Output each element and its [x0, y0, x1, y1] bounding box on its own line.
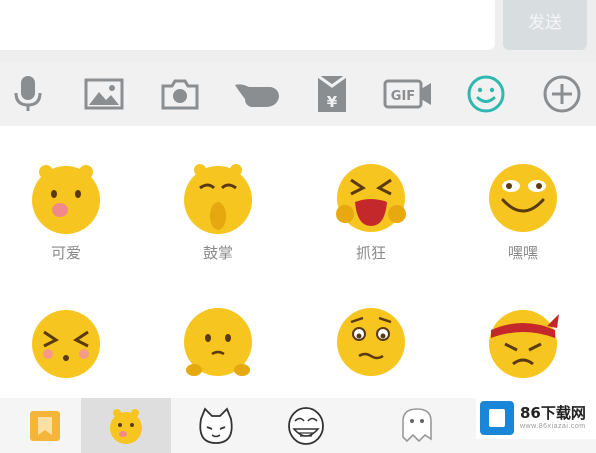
emoji-label: 可爱	[50, 244, 81, 262]
emoji-button[interactable]	[458, 62, 514, 126]
squint-emoji-icon	[32, 310, 100, 378]
gif-button[interactable]: GIF	[380, 62, 436, 126]
site-logo-icon	[480, 401, 514, 435]
watermark-text: 86下载网 www.86xiazai.com	[520, 404, 586, 432]
poke-hand-icon	[235, 84, 279, 107]
troll-face-icon	[288, 406, 324, 445]
more-button[interactable]	[534, 62, 590, 126]
cat-sticker-icon	[199, 406, 233, 444]
site-watermark: 86下载网 www.86xiazai.com	[476, 397, 596, 439]
sad-emoji-icon	[184, 308, 252, 376]
smiley-icon	[467, 75, 505, 113]
chat-input-screen: 发送 ¥ GIF 可爱 鼓掌 抓狂 嘿嘿 86下载网 www.86xiazai.…	[0, 0, 596, 453]
cute-emoji-icon	[32, 165, 100, 234]
angry-headband-emoji-icon	[489, 310, 559, 378]
emoji-label: 抓狂	[355, 244, 386, 262]
emoji-label: 鼓掌	[202, 244, 233, 262]
favorites-icon	[30, 410, 60, 441]
worried-emoji-icon	[337, 308, 405, 376]
plus-icon	[543, 75, 581, 113]
microphone-icon	[14, 76, 42, 111]
input-toolbar: ¥ GIF	[0, 62, 596, 126]
applause-emoji-icon	[184, 164, 252, 234]
tab-ghost[interactable]	[372, 398, 462, 453]
emoji-crazy[interactable]: 抓狂	[316, 160, 426, 263]
hehe-emoji-icon	[489, 164, 557, 232]
tab-yellow-face[interactable]	[81, 398, 171, 453]
yellow-face-icon	[110, 408, 142, 444]
emoji-worried[interactable]	[316, 304, 426, 380]
red-packet-icon: ¥	[317, 74, 347, 112]
input-bar: 发送	[0, 0, 596, 62]
gif-icon: GIF	[383, 79, 431, 109]
watermark-title: 86下载网	[520, 404, 586, 422]
red-packet-button[interactable]: ¥	[304, 62, 360, 126]
microphone-button[interactable]	[0, 62, 56, 126]
emoji-cute[interactable]: 可爱	[11, 160, 121, 263]
camera-icon	[161, 79, 199, 110]
emoji-hehe[interactable]: 嘿嘿	[468, 160, 578, 263]
tab-troll-face[interactable]	[261, 398, 351, 453]
tab-cat[interactable]	[171, 398, 261, 453]
image-button[interactable]	[76, 62, 132, 126]
tab-favorites[interactable]	[0, 398, 90, 453]
emoji-applause[interactable]: 鼓掌	[163, 160, 273, 263]
send-button[interactable]: 发送	[503, 0, 587, 50]
crazy-emoji-icon	[336, 164, 406, 232]
poke-button[interactable]	[228, 62, 284, 126]
emoji-squint[interactable]	[11, 304, 121, 380]
ghost-sticker-icon	[402, 407, 432, 442]
emoji-panel: 可爱 鼓掌 抓狂 嘿嘿	[0, 126, 596, 398]
gif-text: GIF	[391, 89, 415, 104]
image-icon	[84, 78, 124, 110]
emoji-sad[interactable]	[163, 304, 273, 380]
red-packet-symbol: ¥	[327, 93, 338, 111]
camera-button[interactable]	[152, 62, 208, 126]
emoji-angry-headband[interactable]	[468, 304, 578, 380]
emoji-label: 嘿嘿	[507, 244, 538, 262]
watermark-subtitle: www.86xiazai.com	[520, 423, 586, 430]
message-input[interactable]	[0, 0, 495, 50]
